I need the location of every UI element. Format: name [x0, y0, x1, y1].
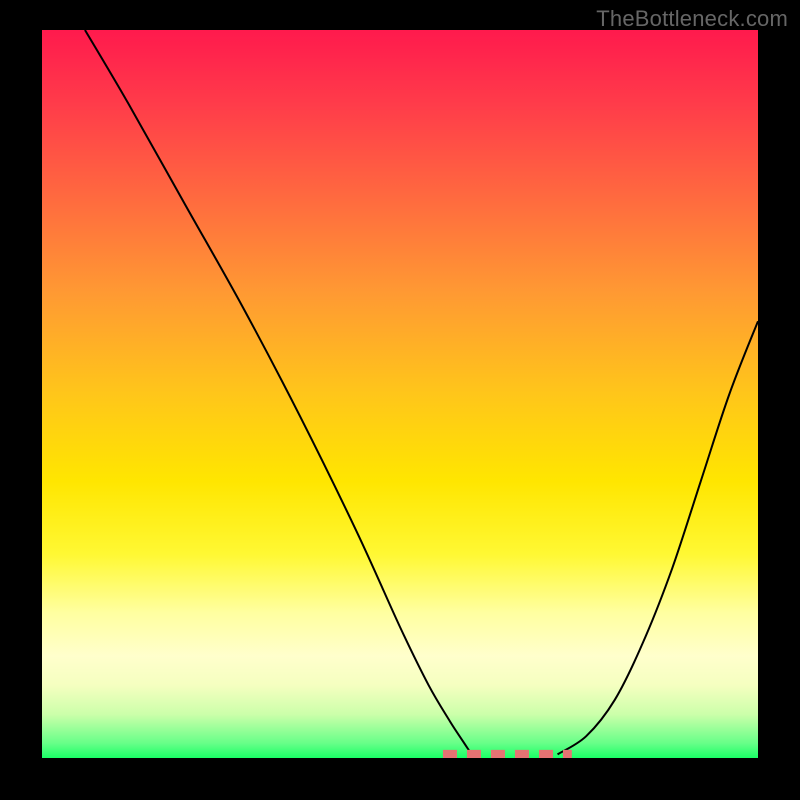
watermark-label: TheBottleneck.com	[596, 6, 788, 32]
left-curve	[85, 30, 472, 754]
plot-area	[42, 30, 758, 758]
right-curve	[558, 321, 758, 754]
curve-overlay	[42, 30, 758, 758]
